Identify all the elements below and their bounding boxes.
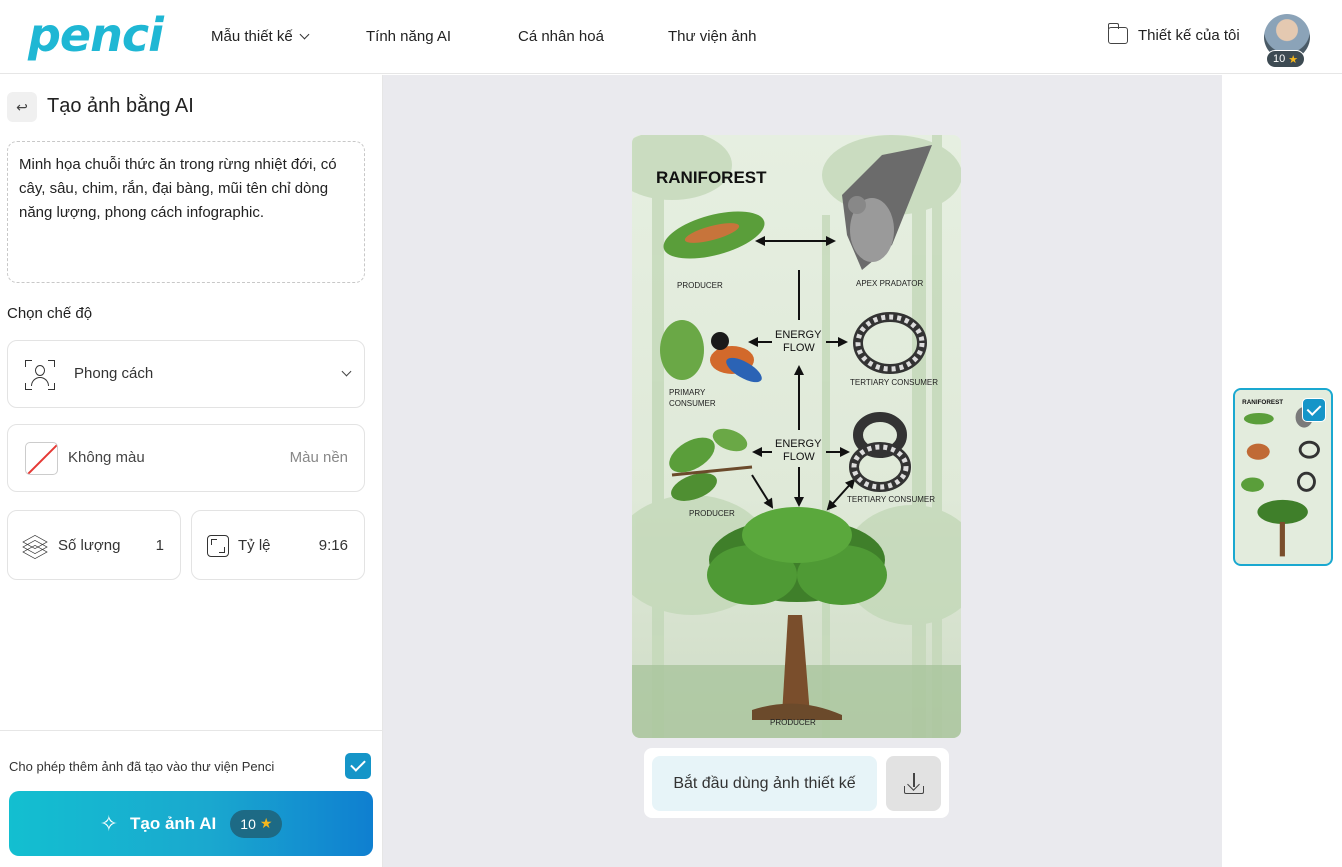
- energy-flow-label: FLOW: [783, 342, 815, 354]
- aspect-ratio-icon: [207, 535, 229, 557]
- credits-badge: 10 ★: [1266, 50, 1306, 68]
- create-button-label: Tạo ảnh AI: [130, 813, 217, 833]
- caterpillar-leaf-illustration: [663, 211, 765, 259]
- back-arrow-icon: ↩: [16, 98, 28, 115]
- ratio-select[interactable]: Tỷ lệ 9:16: [191, 510, 365, 580]
- use-image-button[interactable]: Bắt đầu dùng ảnh thiết kế: [652, 756, 877, 811]
- energy-flow-label: FLOW: [783, 451, 815, 463]
- bird-illustration: [660, 320, 762, 383]
- label-producer-mid: PRODUCER: [689, 509, 735, 518]
- nav-photo-library[interactable]: Thư viện ảnh: [668, 28, 756, 45]
- no-color-swatch-icon: [25, 442, 58, 475]
- cost-value: 10: [240, 815, 256, 832]
- mode-label: Chọn chế độ: [7, 305, 93, 322]
- penci-logo[interactable]: penci: [28, 8, 164, 62]
- my-designs-link[interactable]: Thiết kế của tôi: [1107, 23, 1240, 44]
- energy-flow-label: ENERGY: [775, 438, 822, 450]
- prompt-input[interactable]: Minh họa chuỗi thức ăn trong rừng nhiệt …: [7, 141, 365, 283]
- credits-count: 10: [1273, 53, 1286, 65]
- color-label: Không màu: [68, 449, 145, 466]
- ratio-label: Tỷ lệ: [238, 537, 271, 554]
- chevron-down-icon: [299, 29, 310, 40]
- snake-illustration: [849, 412, 911, 492]
- nav-personalize[interactable]: Cá nhân hoá: [518, 28, 604, 45]
- generated-image[interactable]: RANIFOREST PRODUCER APEX PRADATOR ENERGY…: [632, 135, 961, 738]
- nav-templates[interactable]: Mẫu thiết kế: [211, 28, 310, 45]
- label-tertiary: TERTIARY CONSUMER: [850, 378, 938, 387]
- background-color-select[interactable]: Không màu Màu nền: [7, 424, 365, 492]
- plant-illustration: [669, 428, 753, 501]
- layers-icon: [22, 533, 49, 560]
- energy-flow-label: ENERGY: [775, 329, 822, 341]
- ratio-value: 9:16: [318, 537, 348, 554]
- label-tertiary: TERTIARY CONSUMER: [847, 495, 935, 504]
- chevron-down-icon: [341, 366, 352, 377]
- portrait-frame-icon: [25, 360, 55, 390]
- nav-templates-label: Mẫu thiết kế: [211, 28, 293, 45]
- quantity-select[interactable]: Số lượng 1: [7, 510, 181, 580]
- star-icon: ★: [259, 815, 273, 831]
- nav-ai-features[interactable]: Tính năng AI: [366, 28, 451, 45]
- folder-icon: [1107, 23, 1128, 44]
- quantity-label: Số lượng: [58, 537, 121, 554]
- top-header: penci Mẫu thiết kế Tính năng AI Cá nhân …: [0, 0, 1342, 74]
- ai-generator-panel: ↩ Tạo ảnh bằng AI Minh họa chuỗi thức ăn…: [0, 75, 383, 867]
- label-primary: CONSUMER: [669, 399, 716, 408]
- divider: [0, 730, 383, 731]
- create-ai-image-button[interactable]: ✧ Tạo ảnh AI 10 ★: [9, 791, 373, 856]
- label-producer-top: PRODUCER: [677, 281, 723, 290]
- background-color-label: Màu nền: [289, 449, 348, 466]
- thumbnail-panel: RANIFOREST: [1222, 75, 1342, 867]
- thumbnail-title: RANIFOREST: [1242, 399, 1283, 406]
- image-thumbnail[interactable]: RANIFOREST: [1233, 388, 1333, 566]
- allow-library-checkbox[interactable]: [345, 753, 371, 779]
- label-apex: APEX PRADATOR: [856, 279, 924, 288]
- star-icon: ★: [1288, 53, 1299, 66]
- panel-title: Tạo ảnh bằng AI: [47, 95, 194, 117]
- download-icon: [913, 773, 915, 787]
- allow-library-label: Cho phép thêm ảnh đã tạo vào thư viện Pe…: [9, 759, 275, 774]
- sparkles-icon: ✧: [99, 810, 119, 836]
- download-button[interactable]: [886, 756, 941, 811]
- label-primary: PRIMARY: [669, 388, 706, 397]
- style-label: Phong cách: [74, 365, 154, 382]
- canvas-area: RANIFOREST PRODUCER APEX PRADATOR ENERGY…: [383, 75, 1222, 867]
- style-select[interactable]: Phong cách: [7, 340, 365, 408]
- poster-title: RANIFOREST: [656, 168, 767, 187]
- selected-check-icon[interactable]: [1302, 398, 1326, 422]
- back-button[interactable]: ↩: [7, 92, 37, 122]
- label-producer-bottom: PRODUCER: [770, 718, 816, 727]
- image-action-bar: Bắt đầu dùng ảnh thiết kế: [644, 748, 949, 818]
- quantity-value: 1: [155, 537, 164, 554]
- my-designs-label: Thiết kế của tôi: [1138, 27, 1240, 44]
- cost-badge: 10 ★: [230, 809, 283, 838]
